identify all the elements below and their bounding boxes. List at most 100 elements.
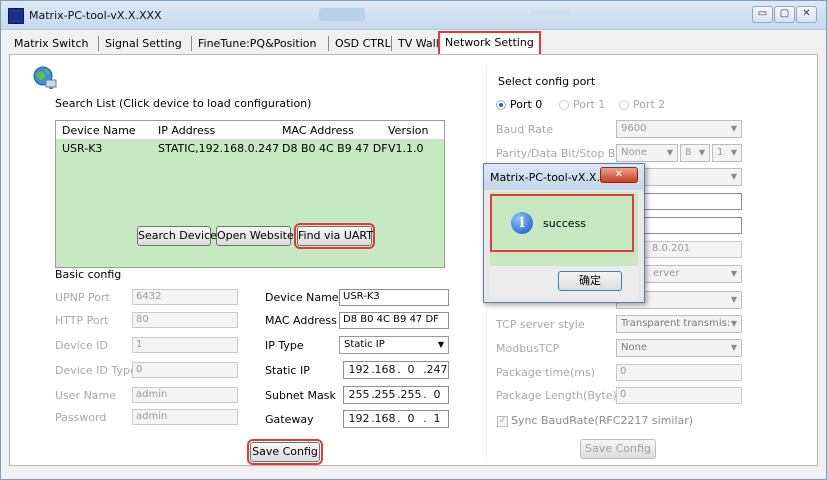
ip-type-select[interactable]: Static IP ▼ bbox=[339, 336, 449, 354]
parity-select[interactable]: None ▼ bbox=[616, 144, 678, 162]
tcp-server-style-select[interactable]: Transparent transmis: ▼ bbox=[616, 315, 742, 333]
subnet-mask-field[interactable]: 255. 255. 255. 0 bbox=[343, 386, 449, 404]
sync-baudrate-checkbox[interactable]: ✓ bbox=[497, 416, 508, 427]
port-save-config-button[interactable]: Save Config bbox=[580, 439, 656, 459]
dropdown-arrow-icon: ▼ bbox=[730, 124, 737, 133]
dropdown-arrow-icon: ▼ bbox=[698, 148, 705, 157]
parity-label: Parity/Data Bit/Stop Bit bbox=[496, 147, 623, 160]
modbus-select[interactable]: None ▼ bbox=[616, 339, 742, 357]
data-bit-select[interactable]: 8 ▼ bbox=[680, 144, 710, 162]
upnp-port-field[interactable]: 6432 bbox=[132, 289, 238, 305]
dropdown-arrow-icon: ▼ bbox=[730, 269, 737, 278]
ip-octet: 255 bbox=[348, 388, 370, 401]
cell-ip-address: STATIC,192.168.0.247 bbox=[158, 142, 280, 155]
ip-octet: 255 bbox=[400, 388, 422, 401]
close-button[interactable]: ✕ bbox=[796, 6, 817, 23]
device-id-field[interactable]: 1 bbox=[132, 337, 238, 353]
ip-type-value: Static IP bbox=[344, 339, 385, 350]
http-port-label: HTTP Port bbox=[55, 314, 109, 327]
find-via-uart-button[interactable]: Find via UART bbox=[294, 223, 375, 249]
port-1-label: Port 1 bbox=[573, 98, 606, 111]
port-2-radio[interactable] bbox=[619, 100, 629, 110]
check-icon: ✓ bbox=[498, 416, 507, 426]
device-id-type-field[interactable]: 0 bbox=[132, 362, 238, 378]
static-ip-field[interactable]: 192. 168. 0. 247 bbox=[343, 361, 449, 379]
dropdown-arrow-icon: ▼ bbox=[437, 340, 444, 349]
ip-octet: 0 bbox=[407, 363, 415, 376]
title-blur bbox=[531, 9, 571, 19]
http-port-field[interactable]: 80 bbox=[132, 312, 238, 328]
modbus-value: None bbox=[621, 342, 648, 353]
ip-type-label: IP Type bbox=[265, 339, 304, 352]
ip-octet: 168 bbox=[374, 363, 396, 376]
mac-address-field[interactable]: D8 B0 4C B9 47 DF bbox=[339, 312, 449, 329]
device-list-header: Device Name IP Address MAC Address Versi… bbox=[56, 121, 444, 140]
tab-network-setting[interactable]: Network Setting bbox=[438, 31, 541, 56]
dropdown-arrow-icon: ▼ bbox=[730, 295, 737, 304]
tab-osd-ctrl[interactable]: OSD CTRL bbox=[330, 34, 396, 53]
dropdown-arrow-icon: ▼ bbox=[730, 172, 737, 181]
port-1-radio[interactable] bbox=[559, 100, 569, 110]
gateway-label: Gateway bbox=[265, 413, 314, 426]
tcp-server-style-value: Transparent transmis: bbox=[621, 318, 731, 329]
port-2-label: Port 2 bbox=[633, 98, 666, 111]
package-length-field[interactable]: 0 bbox=[616, 387, 742, 404]
tab-finetune[interactable]: FineTune:PQ&Position bbox=[193, 34, 322, 53]
col-mac-address: MAC Address bbox=[282, 124, 354, 137]
user-name-label: User Name bbox=[55, 389, 117, 402]
search-list-title: Search List (Click device to load config… bbox=[55, 97, 312, 110]
parity-value: None bbox=[621, 147, 648, 158]
col-version: Version bbox=[388, 124, 429, 137]
basic-config-title: Basic config bbox=[55, 268, 122, 281]
package-time-field[interactable]: 0 bbox=[616, 364, 742, 381]
open-website-button[interactable]: Open Website bbox=[216, 226, 294, 246]
device-id-type-label: Device ID Type bbox=[55, 364, 137, 377]
table-row[interactable]: USR-K3 STATIC,192.168.0.247 D8 B0 4C B9 … bbox=[56, 139, 444, 267]
title-blur bbox=[319, 8, 365, 21]
stop-bit-select[interactable]: 1 ▼ bbox=[712, 144, 742, 162]
tab-signal-setting[interactable]: Signal Setting bbox=[100, 34, 187, 53]
data-bit-value: 8 bbox=[685, 147, 692, 158]
search-device-button[interactable]: Search Device bbox=[137, 226, 217, 246]
ok-button[interactable]: 确定 bbox=[558, 271, 622, 291]
ip-octet: 1 bbox=[433, 412, 441, 425]
dialog-close-button[interactable]: ✕ bbox=[600, 167, 638, 183]
user-name-field[interactable]: admin bbox=[132, 387, 238, 403]
package-length-label: Package Length(Byte) bbox=[496, 389, 617, 402]
ip-octet: 168 bbox=[374, 412, 396, 425]
success-dialog: Matrix-PC-tool-vX.X.X... ✕ i success 确定 bbox=[483, 163, 645, 303]
tcp-server-style-label: TCP server style bbox=[496, 318, 585, 331]
title-bar[interactable]: Matrix-PC-tool-vX.X.XXX ▭ ▢ ✕ bbox=[1, 1, 826, 30]
col-ip-address: IP Address bbox=[158, 124, 216, 137]
ip-octet: 192 bbox=[348, 363, 370, 376]
baud-rate-select[interactable]: 9600 ▼ bbox=[616, 120, 742, 138]
close-icon: ✕ bbox=[802, 8, 811, 19]
dropdown-arrow-icon: ▼ bbox=[666, 148, 673, 157]
dialog-title: Matrix-PC-tool-vX.X.X... bbox=[490, 171, 618, 184]
dialog-body: i success bbox=[490, 192, 638, 266]
device-name-field[interactable]: USR-K3 bbox=[339, 289, 449, 306]
minimize-button[interactable]: ▭ bbox=[752, 6, 773, 23]
select-config-port-title: Select config port bbox=[498, 75, 596, 88]
app-icon bbox=[8, 8, 24, 24]
network-globe-icon bbox=[32, 65, 58, 91]
ip-octet: 0 bbox=[433, 388, 441, 401]
port-0-radio[interactable] bbox=[496, 100, 506, 110]
tab-tv-wall[interactable]: TV Wall bbox=[393, 34, 444, 53]
maximize-button[interactable]: ▢ bbox=[774, 6, 795, 23]
ip-octet: 192 bbox=[348, 412, 370, 425]
password-field[interactable]: admin bbox=[132, 409, 238, 425]
subnet-mask-label: Subnet Mask bbox=[265, 389, 336, 402]
baud-rate-label: Baud Rate bbox=[496, 123, 553, 136]
ip-octet: 247 bbox=[426, 363, 448, 376]
gateway-field[interactable]: 192. 168. 0. 1 bbox=[343, 410, 449, 428]
cell-mac-address: D8 B0 4C B9 47 DF bbox=[282, 142, 388, 155]
dialog-title-bar[interactable]: Matrix-PC-tool-vX.X.X... ✕ bbox=[484, 164, 644, 190]
ip-octet: 255 bbox=[374, 388, 396, 401]
dropdown-arrow-icon: ▼ bbox=[730, 343, 737, 352]
maximize-icon: ▢ bbox=[779, 8, 790, 19]
save-config-button[interactable]: Save Config bbox=[247, 439, 323, 465]
tab-matrix-switch[interactable]: Matrix Switch bbox=[9, 34, 94, 53]
sync-baudrate-label: Sync BaudRate(RFC2217 similar) bbox=[511, 414, 694, 427]
close-icon: ✕ bbox=[614, 169, 624, 180]
